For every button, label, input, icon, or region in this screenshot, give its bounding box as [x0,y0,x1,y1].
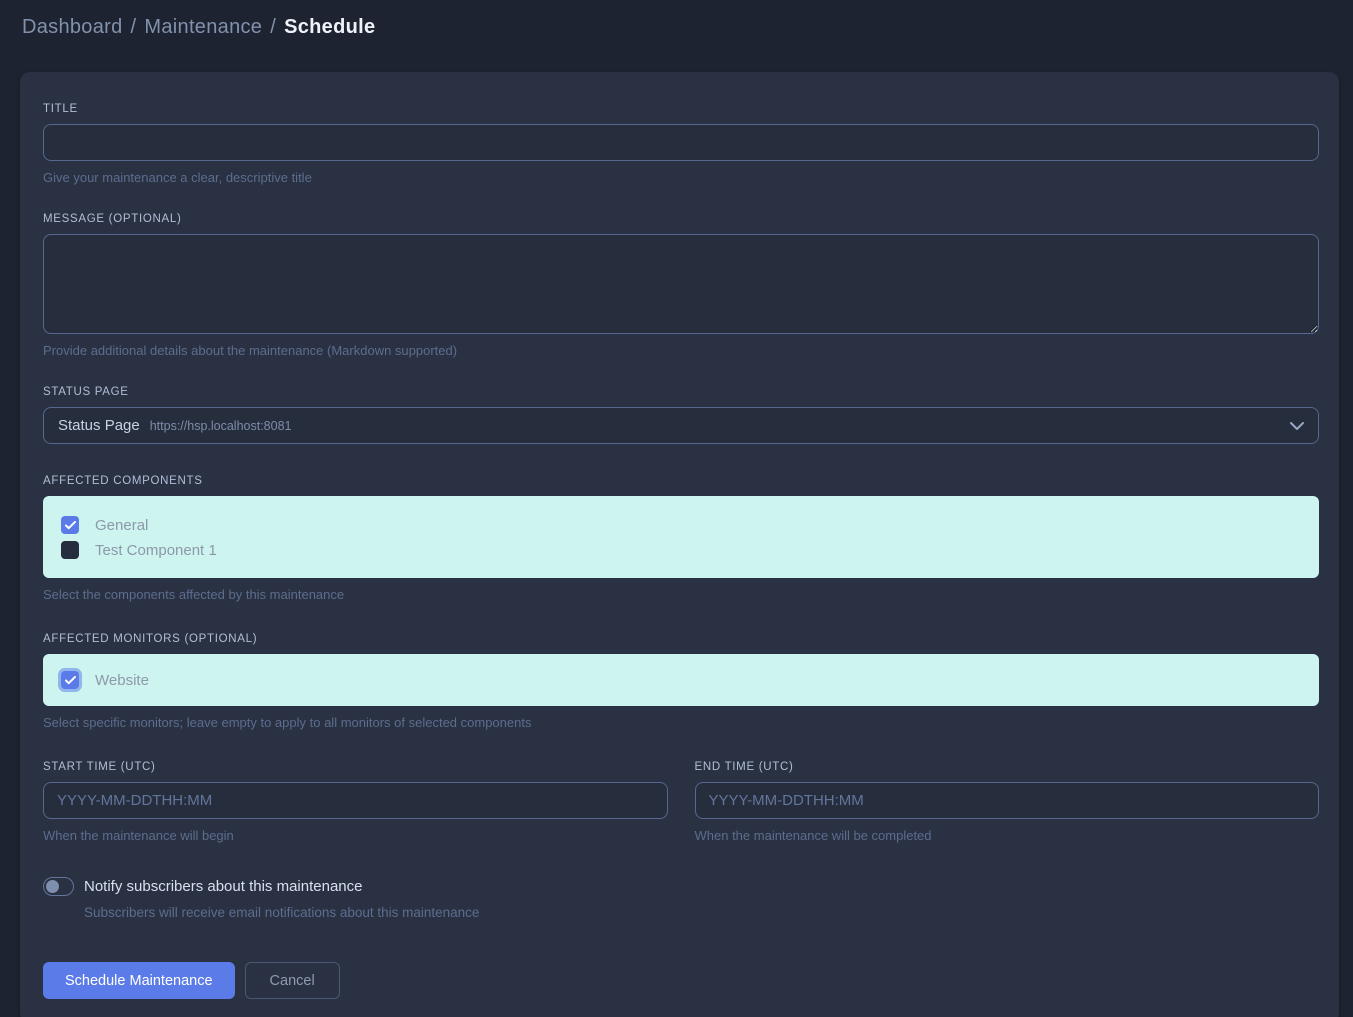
start-time-input[interactable] [43,782,668,819]
breadcrumb-separator: / [131,16,137,38]
end-time-field: END TIME (UTC) When the maintenance will… [695,761,1320,843]
notify-subscribers-helper-text: Subscribers will receive email notificat… [84,905,1319,920]
notify-subscribers-toggle[interactable] [43,877,74,896]
notify-subscribers-label[interactable]: Notify subscribers about this maintenanc… [84,878,362,895]
checkbox-test-component-1[interactable] [61,541,79,559]
start-time-label: START TIME (UTC) [43,761,668,773]
affected-components-list: General Test Component 1 [43,496,1319,578]
title-input[interactable] [43,124,1319,161]
chevron-down-icon [1290,422,1304,430]
start-time-field: START TIME (UTC) When the maintenance wi… [43,761,668,843]
affected-monitors-section: AFFECTED MONITORS (OPTIONAL) Website Sel… [43,633,1319,730]
notify-section: Notify subscribers about this maintenanc… [43,877,1319,920]
top-bar: Dashboard / Maintenance / Schedule [0,0,1353,42]
end-time-label: END TIME (UTC) [695,761,1320,773]
affected-components-helper-text: Select the components affected by this m… [43,587,1319,602]
component-option-label: General [95,517,148,534]
breadcrumb-separator: / [270,16,276,38]
affected-components-section: AFFECTED COMPONENTS General Test Compone… [43,475,1319,602]
breadcrumb-schedule: Schedule [284,16,375,38]
affected-components-label: AFFECTED COMPONENTS [43,475,1319,487]
toggle-knob [46,880,59,893]
end-time-helper-text: When the maintenance will be completed [695,828,1320,843]
monitor-option-label: Website [95,672,149,689]
status-page-label: STATUS PAGE [43,386,1319,398]
checkbox-website[interactable] [61,671,79,689]
status-page-section: STATUS PAGE Status Page https://hsp.loca… [43,386,1319,444]
checkbox-general[interactable] [61,516,79,534]
status-page-select[interactable]: Status Page https://hsp.localhost:8081 [43,407,1319,444]
end-time-input[interactable] [695,782,1320,819]
schedule-maintenance-button[interactable]: Schedule Maintenance [43,962,235,999]
message-section: MESSAGE (OPTIONAL) Provide additional de… [43,213,1319,358]
cancel-button[interactable]: Cancel [245,962,340,999]
time-range-section: START TIME (UTC) When the maintenance wi… [43,761,1319,843]
breadcrumb-dashboard[interactable]: Dashboard [22,16,123,38]
title-helper-text: Give your maintenance a clear, descripti… [43,170,1319,185]
message-textarea[interactable] [43,234,1319,334]
check-icon [65,521,76,530]
status-page-selected-url: https://hsp.localhost:8081 [150,419,292,433]
component-option-label: Test Component 1 [95,542,217,559]
affected-monitors-list: Website [43,654,1319,706]
monitor-option-website[interactable]: Website [61,668,1301,692]
component-option-test-component-1[interactable]: Test Component 1 [61,538,1301,562]
message-label: MESSAGE (OPTIONAL) [43,213,1319,225]
title-section: TITLE Give your maintenance a clear, des… [43,103,1319,185]
breadcrumb: Dashboard / Maintenance / Schedule [22,13,1331,41]
title-label: TITLE [43,103,1319,115]
status-page-selected-name: Status Page [58,417,140,434]
message-helper-text: Provide additional details about the mai… [43,343,1319,358]
breadcrumb-maintenance[interactable]: Maintenance [144,16,262,38]
schedule-maintenance-form-panel: TITLE Give your maintenance a clear, des… [20,72,1339,1017]
start-time-helper-text: When the maintenance will begin [43,828,668,843]
component-option-general[interactable]: General [61,513,1301,537]
affected-monitors-helper-text: Select specific monitors; leave empty to… [43,715,1319,730]
form-actions: Schedule Maintenance Cancel [43,962,1319,999]
check-icon [65,676,76,685]
affected-monitors-label: AFFECTED MONITORS (OPTIONAL) [43,633,1319,645]
